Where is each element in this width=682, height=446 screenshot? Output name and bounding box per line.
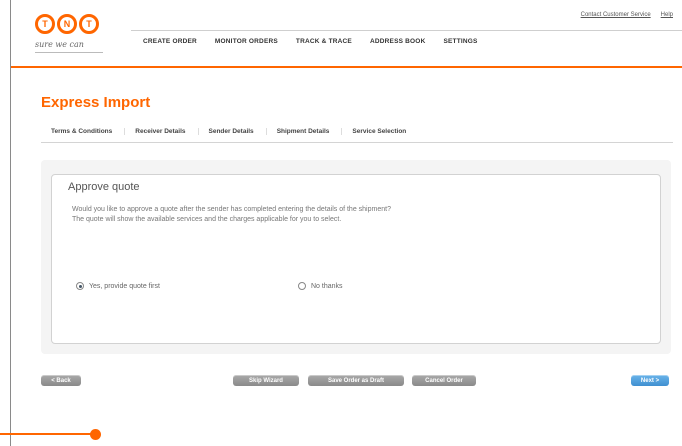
step-shipment-details[interactable]: Shipment Details	[267, 127, 343, 135]
help-link[interactable]: Help	[661, 12, 673, 18]
logo-ring-t1: T	[35, 14, 55, 34]
description-line-2: The quote will show the available servic…	[72, 216, 342, 223]
nav-settings[interactable]: SETTINGS	[443, 38, 477, 45]
header-accent-bar	[11, 66, 682, 68]
page-title: Express Import	[41, 94, 151, 111]
option-yes-label: Yes, provide quote first	[89, 282, 160, 290]
decorative-orange-dot	[90, 429, 101, 440]
next-button[interactable]: Next >	[631, 375, 669, 386]
skip-wizard-button[interactable]: Skip Wizard	[233, 375, 299, 386]
main-nav: CREATE ORDER MONITOR ORDERS TRACK & TRAC…	[143, 38, 496, 45]
description-line-1: Would you like to approve a quote after …	[72, 206, 391, 213]
step-terms-conditions[interactable]: Terms & Conditions	[41, 127, 126, 135]
contact-customer-service-link[interactable]: Contact Customer Service	[581, 12, 651, 18]
option-no-label: No thanks	[311, 282, 343, 290]
logo-tagline: sure we can	[35, 40, 84, 49]
option-yes-quote-first[interactable]: Yes, provide quote first	[76, 282, 160, 290]
option-no-thanks[interactable]: No thanks	[298, 282, 343, 290]
nav-create-order[interactable]: CREATE ORDER	[143, 38, 197, 45]
nav-monitor-orders[interactable]: MONITOR ORDERS	[215, 38, 278, 45]
tnt-logo[interactable]: T N T sure we can	[35, 14, 107, 60]
step-receiver-details[interactable]: Receiver Details	[125, 127, 199, 135]
radio-yes-quote-first[interactable]	[76, 282, 84, 290]
header: T N T sure we can Contact Customer Servi…	[11, 0, 682, 68]
tagline-underline	[35, 52, 103, 53]
back-button[interactable]: < Back	[41, 375, 81, 386]
logo-ring-t2: T	[79, 14, 99, 34]
section-title: Approve quote	[62, 181, 146, 193]
step-service-selection[interactable]: Service Selection	[342, 128, 418, 135]
nav-divider	[131, 30, 682, 31]
approve-quote-fieldset: Approve quote Would you like to approve …	[51, 174, 661, 344]
logo-rings: T N T	[35, 14, 107, 34]
decorative-orange-line	[0, 433, 92, 435]
content-panel: Approve quote Would you like to approve …	[41, 160, 671, 354]
logo-ring-n: N	[57, 14, 77, 34]
wizard-steps: Terms & Conditions Receiver Details Send…	[41, 120, 673, 143]
nav-address-book[interactable]: ADDRESS BOOK	[370, 38, 426, 45]
cancel-order-button[interactable]: Cancel Order	[412, 375, 476, 386]
save-draft-button[interactable]: Save Order as Draft	[308, 375, 404, 386]
section-description: Would you like to approve a quote after …	[72, 205, 632, 225]
top-links: Contact Customer Service Help	[581, 12, 673, 18]
radio-no-thanks[interactable]	[298, 282, 306, 290]
nav-track-trace[interactable]: TRACK & TRACE	[296, 38, 352, 45]
page-frame: T N T sure we can Contact Customer Servi…	[10, 0, 682, 446]
step-sender-details[interactable]: Sender Details	[199, 127, 267, 135]
